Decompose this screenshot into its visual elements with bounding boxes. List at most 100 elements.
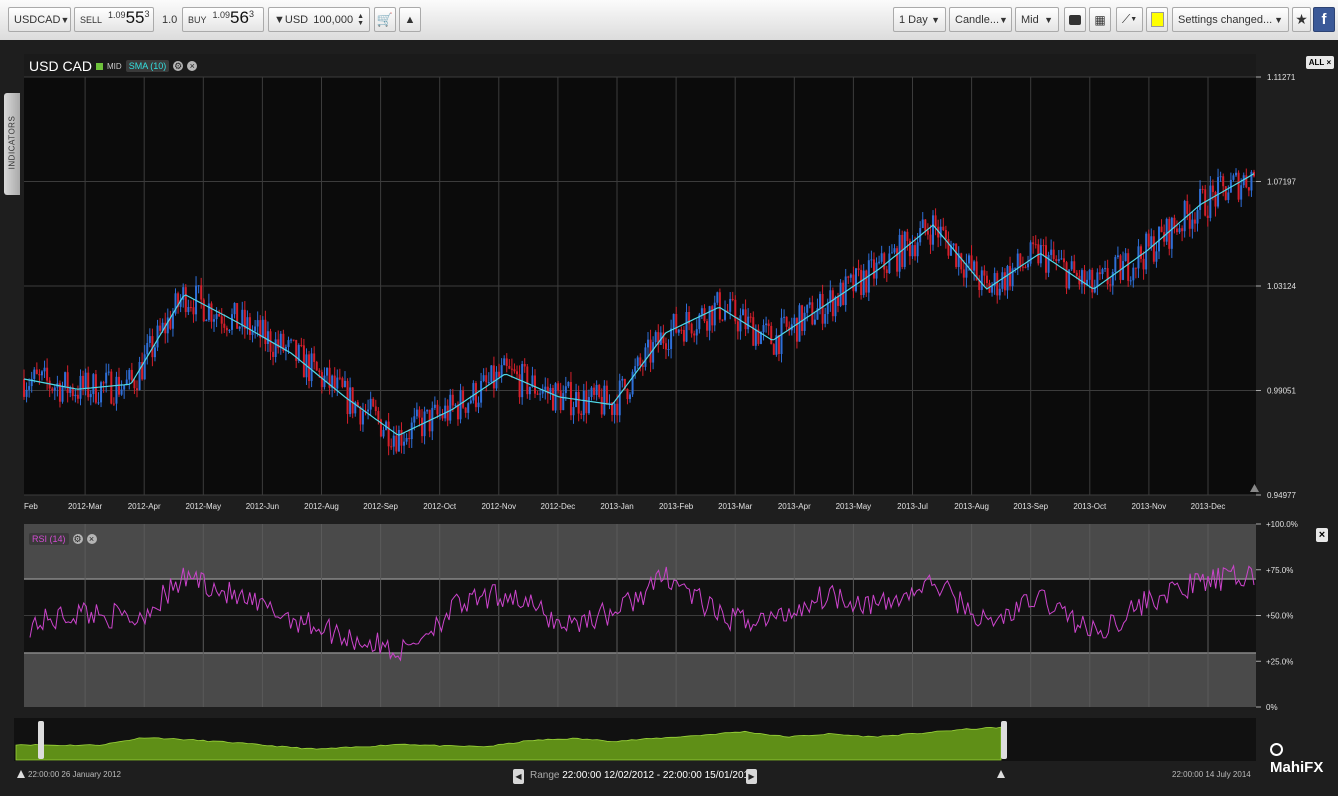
candle-body [1003,272,1006,291]
candle-body [498,371,501,377]
screenshot-button[interactable] [1064,7,1086,32]
x-tick-label: 2012-May [186,502,222,511]
candle-body [536,393,539,395]
candle-body [528,386,531,395]
candle-body [61,386,64,402]
candle-body [616,403,619,416]
candle-body [929,234,932,245]
candle-body [1142,258,1145,270]
x-tick-label: 2013-Mar [718,502,753,511]
sma-tag[interactable]: SMA (10) [125,60,170,72]
sell-button[interactable]: SELL 1.09 55 3 [74,7,154,32]
candle-body [248,317,251,335]
candle-body [667,349,670,351]
candle-body [1155,251,1158,262]
candle-body [1247,187,1250,191]
timeframe-select[interactable]: 1 Day ▼ [893,7,946,32]
candle-body [559,390,562,411]
candle-body [1186,201,1189,214]
alert-button[interactable]: ▲ [399,7,421,32]
candle-body [847,276,850,278]
buy-button[interactable]: BUY 1.09 56 3 [182,7,264,32]
candle-body [418,409,421,418]
cart-button[interactable]: 🛒 [374,7,396,32]
candle-body [462,390,465,408]
candle-body [454,404,457,406]
candle-body [128,369,131,380]
settings-select[interactable]: Settings changed... ▼ [1172,7,1289,32]
candle-body [135,388,138,391]
candle-body [1232,175,1235,180]
currency-select[interactable]: ▼USD [274,14,308,26]
candle-body [803,312,806,331]
candle-body [644,347,647,367]
candle-body [664,343,667,350]
indicators-tab[interactable]: INDICATORS [4,93,20,195]
candle-body [670,328,673,350]
candle-body [287,340,290,347]
candle-body [996,273,999,296]
candle-body [1070,261,1073,270]
range-next-button[interactable]: ▶ [746,769,757,784]
candle-body [53,387,56,391]
symbol-select[interactable]: USDCAD ▼ [8,7,71,32]
candle-body [410,422,413,440]
candle-body [706,321,709,331]
rsi-close-button[interactable]: × [1316,528,1328,542]
candle-body [554,383,557,411]
candle-body [808,302,811,305]
candle-body [130,369,133,381]
candle-body [400,430,403,446]
candle-body [716,292,719,303]
close-icon[interactable]: × [187,61,198,71]
rsi-tag[interactable]: RSI (14) [29,533,69,545]
buy-label: BUY [188,15,207,25]
facebook-button[interactable]: f [1313,7,1335,32]
candle-body [1052,249,1055,260]
candle-body [682,329,685,342]
candle-body [272,351,275,357]
candle-body [413,416,416,423]
candle-body [741,309,744,316]
candle-body [534,375,537,394]
stepper-icon[interactable]: ▲ ▼ [357,13,364,27]
close-icon[interactable]: × [86,534,97,544]
candle-body [780,317,783,355]
x-tick-label: Feb [24,502,38,511]
layout-button[interactable]: ▦ [1089,7,1111,32]
candle-body [926,230,929,235]
favorite-button[interactable]: ★ [1292,7,1311,32]
candle-body [744,309,747,330]
candle-body [225,327,228,331]
chart-area[interactable]: 1.11271 1.07197 1.03124 0.99051 0.94977 Feb 2… [0,40,1338,796]
facebook-icon: f [1321,11,1327,28]
amount-input[interactable]: ▼USD 100,000 ▲ ▼ [268,7,370,32]
candle-body [1222,176,1225,187]
draw-tool-button[interactable]: ⟋ ▼ [1116,7,1143,32]
candle-body [685,312,688,342]
candle-body [1065,262,1068,289]
candle-body [577,391,580,414]
candle-body [967,255,970,264]
candle-body [998,288,1001,296]
x-tick-label: 2012-Mar [68,502,103,511]
layout-icon: ▦ [1094,12,1106,27]
candle-body [76,394,79,399]
range-prev-button[interactable]: ◀ [513,769,524,784]
gear-icon[interactable]: ⚙ [72,534,83,544]
candle-body [33,369,36,379]
candle-body [872,259,875,279]
candle-body [343,380,346,388]
chevron-down-icon: ▼ [1274,14,1283,25]
candle-body [390,446,393,448]
gear-icon[interactable]: ⚙ [173,61,184,71]
chart-type-select[interactable]: Candle... ▼ [949,7,1012,32]
all-button[interactable]: ALL × [1306,56,1334,69]
navigator-left-handle[interactable] [38,721,44,759]
candle-body [223,323,226,328]
candle-body [942,226,945,231]
color-button[interactable] [1146,7,1168,32]
navigator-right-handle[interactable] [1001,721,1007,759]
candle-body [266,331,269,344]
price-type-select[interactable]: Mid ▼ [1015,7,1059,32]
